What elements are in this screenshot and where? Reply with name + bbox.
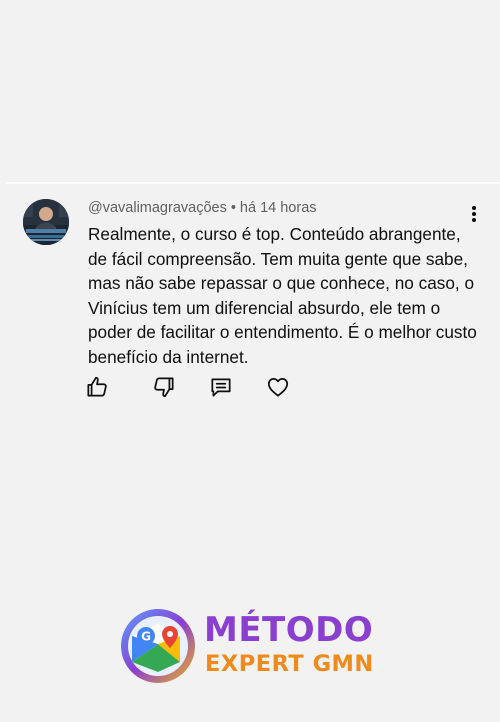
comment-item: @vavalimagravações • há 14 horas Realmente…: [0, 184, 500, 414]
comment-meta: @vavalimagravações • há 14 horas: [88, 200, 317, 216]
comment-author[interactable]: @vavalimagravações: [88, 200, 227, 216]
reply-button[interactable]: [208, 374, 234, 400]
like-button[interactable]: [84, 374, 110, 400]
avatar[interactable]: [23, 199, 69, 245]
meta-separator: •: [230, 200, 236, 216]
thumbs-up-icon: [87, 376, 107, 397]
love-button[interactable]: [265, 374, 291, 400]
reply-icon: [211, 378, 231, 397]
comment-time: há 14 horas: [239, 200, 317, 216]
brand-title: MÉTODO: [204, 610, 374, 650]
svg-text:G: G: [141, 630, 151, 644]
heart-icon: [267, 378, 289, 397]
brand-logo: G MÉTODO EXPERT GMN: [118, 606, 388, 686]
thumbs-down-icon: [154, 377, 174, 398]
brand-subtitle: EXPERT GMN: [205, 651, 374, 677]
comment-text: Realmente, o curso é top. Conteúdo abran…: [88, 224, 477, 367]
maps-pin-icon: G: [121, 609, 195, 683]
dislike-button[interactable]: [151, 374, 177, 400]
